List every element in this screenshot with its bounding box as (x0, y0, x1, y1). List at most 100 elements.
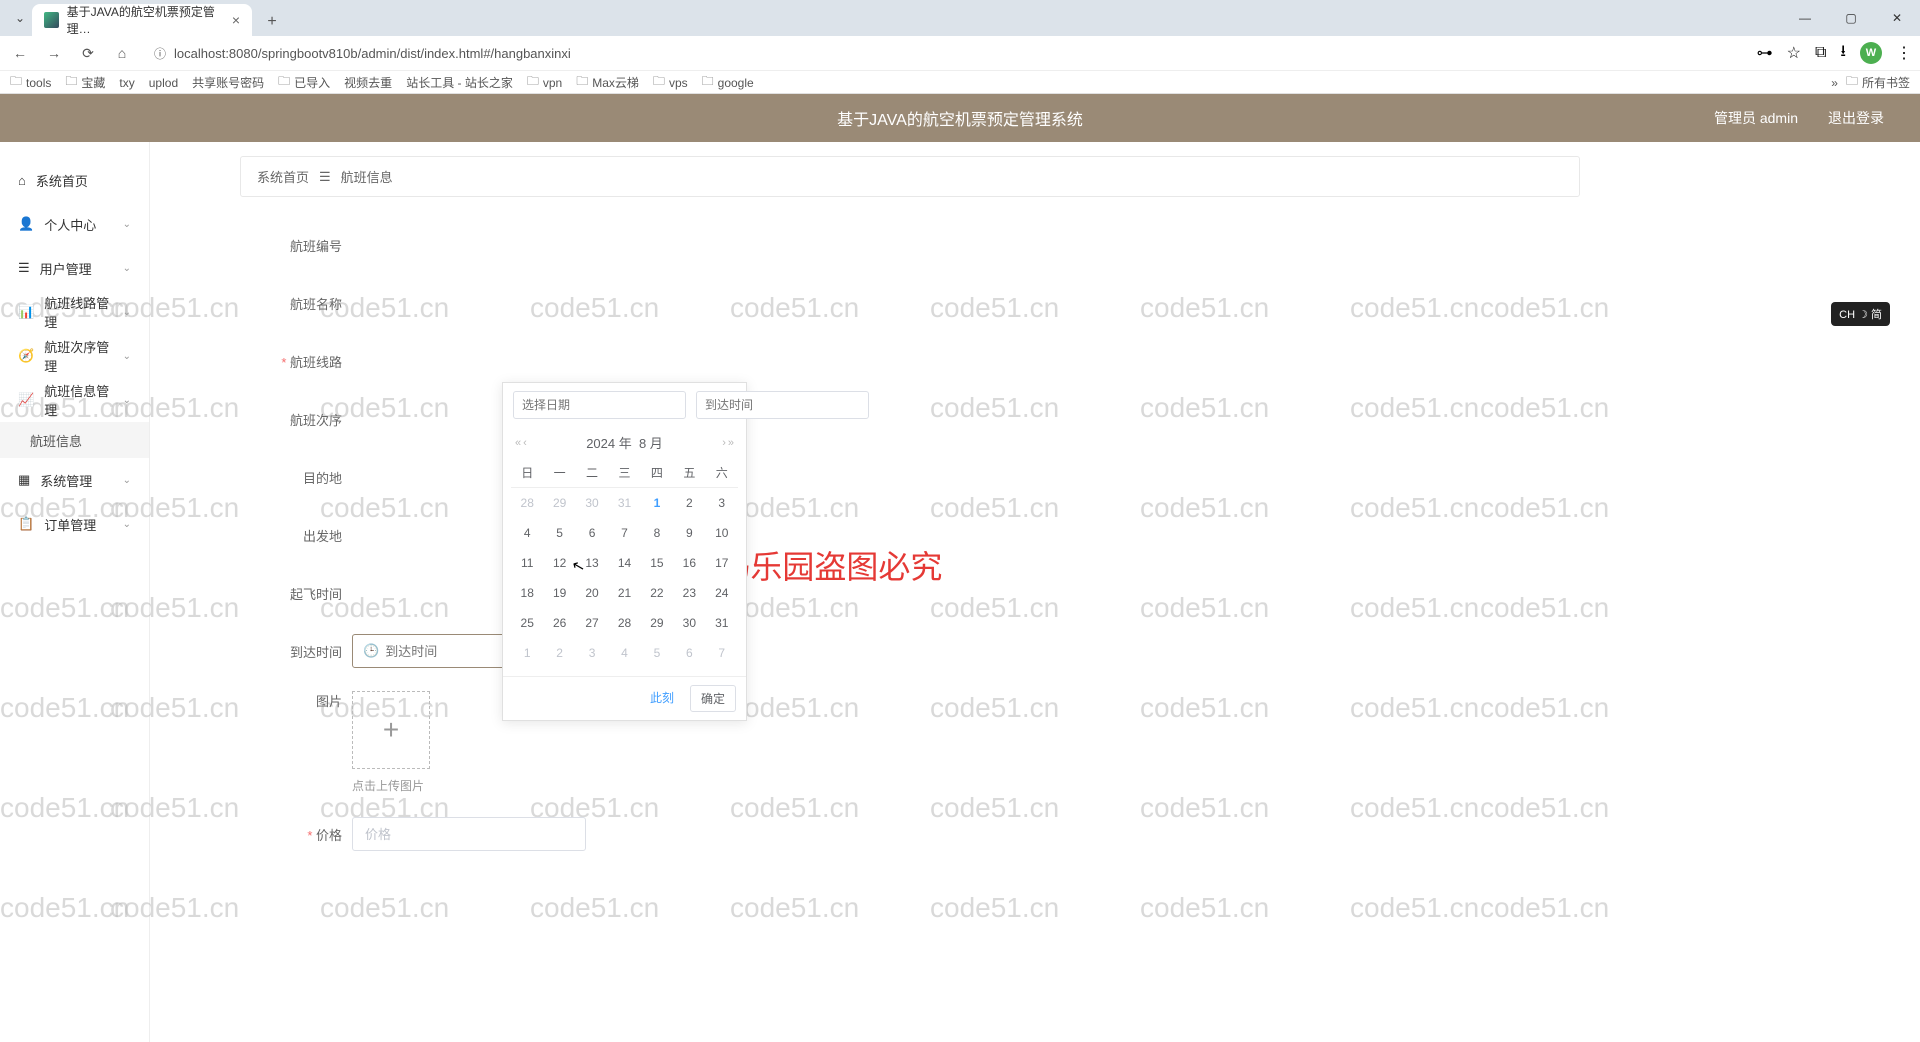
sidebar-item-orders[interactable]: 📋订单管理⌄ (0, 502, 149, 546)
admin-user-label[interactable]: 管理员 admin (1714, 108, 1798, 128)
dp-day-cell[interactable]: 19 (543, 578, 575, 608)
dp-day-cell[interactable]: 29 (543, 488, 575, 518)
dp-day-cell[interactable]: 8 (641, 518, 673, 548)
dp-next-month[interactable]: › (722, 437, 726, 449)
profile-avatar[interactable]: W (1860, 42, 1882, 64)
dp-day-cell[interactable]: 7 (706, 638, 738, 668)
dp-day-cell[interactable]: 30 (673, 608, 705, 638)
dp-day-cell[interactable]: 11 (511, 548, 543, 578)
dp-day-cell[interactable]: 28 (608, 608, 640, 638)
dp-day-cell[interactable]: 14 (608, 548, 640, 578)
arrive-field[interactable] (385, 644, 497, 659)
price-input[interactable] (352, 817, 586, 851)
dp-day-cell[interactable]: 1 (641, 488, 673, 518)
extensions-icon[interactable]: ⧉ (1815, 44, 1826, 62)
dp-day-cell[interactable]: 6 (576, 518, 608, 548)
dp-day-cell[interactable]: 7 (608, 518, 640, 548)
dp-day-cell[interactable]: 16 (673, 548, 705, 578)
dp-day-cell[interactable]: 17 (706, 548, 738, 578)
dp-day-cell[interactable]: 4 (608, 638, 640, 668)
bookmarks-overflow-icon[interactable]: » (1831, 76, 1838, 90)
bookmark-item[interactable]: txy (119, 76, 134, 90)
sidebar-item-home[interactable]: ⌂系统首页 (0, 158, 149, 202)
bookmark-folder[interactable]: 已导入 (278, 72, 330, 93)
dp-day-cell[interactable]: 2 (673, 488, 705, 518)
sidebar-subitem-flightinfo[interactable]: 航班信息 (0, 422, 149, 458)
back-button[interactable]: ← (8, 41, 32, 65)
bookmark-folder[interactable]: Max云梯 (576, 72, 639, 93)
arrive-time-input[interactable]: 🕒 (352, 634, 508, 668)
close-icon[interactable]: × (232, 12, 240, 28)
dp-day-cell[interactable]: 15 (641, 548, 673, 578)
dp-date-input[interactable] (513, 391, 686, 419)
dp-day-cell[interactable]: 24 (706, 578, 738, 608)
logout-link[interactable]: 退出登录 (1828, 108, 1884, 128)
sidebar-item-routes[interactable]: 📊航班线路管理⌄ (0, 290, 149, 334)
url-field[interactable]: ⓘ localhost:8080/springbootv810b/admin/d… (144, 45, 1747, 62)
bookmark-item[interactable]: uplod (149, 76, 178, 90)
home-button[interactable]: ⌂ (110, 41, 134, 65)
sidebar-item-sequence[interactable]: 🧭航班次序管理⌄ (0, 334, 149, 378)
dp-day-cell[interactable]: 6 (673, 638, 705, 668)
dp-day-cell[interactable]: 27 (576, 608, 608, 638)
new-tab-button[interactable]: + (258, 8, 286, 36)
dp-day-cell[interactable]: 22 (641, 578, 673, 608)
dp-day-cell[interactable]: 18 (511, 578, 543, 608)
breadcrumb-home[interactable]: 系统首页 (257, 167, 309, 186)
forward-button[interactable]: → (42, 41, 66, 65)
password-icon[interactable]: ⊶ (1757, 43, 1773, 63)
dp-day-cell[interactable]: 23 (673, 578, 705, 608)
dp-day-cell[interactable]: 12 (543, 548, 575, 578)
reload-button[interactable]: ⟳ (76, 41, 100, 65)
dp-prev-month[interactable]: ‹ (523, 437, 527, 449)
dp-day-cell[interactable]: 5 (543, 518, 575, 548)
dp-day-cell[interactable]: 10 (706, 518, 738, 548)
dp-day-cell[interactable]: 5 (641, 638, 673, 668)
dp-day-cell[interactable]: 28 (511, 488, 543, 518)
sidebar-item-personal[interactable]: 👤个人中心⌄ (0, 202, 149, 246)
dp-day-cell[interactable]: 2 (543, 638, 575, 668)
dp-day-cell[interactable]: 20 (576, 578, 608, 608)
tab-list-dropdown[interactable]: ⌄ (8, 0, 32, 36)
minimize-button[interactable]: — (1782, 0, 1828, 36)
bookmark-folder[interactable]: 宝藏 (65, 72, 105, 93)
bookmark-item[interactable]: 视频去重 (344, 74, 392, 91)
browser-menu-icon[interactable]: ⋮ (1896, 43, 1912, 63)
maximize-button[interactable]: ▢ (1828, 0, 1874, 36)
sidebar-item-flightinfo[interactable]: 📈航班信息管理⌄ (0, 378, 149, 422)
download-icon[interactable]: ⭳ (1840, 40, 1846, 67)
browser-tab[interactable]: 基于JAVA的航空机票预定管理… × (32, 4, 252, 36)
dp-time-input[interactable] (696, 391, 869, 419)
dp-now-button[interactable]: 此刻 (640, 685, 684, 712)
dp-prev-year[interactable]: « (515, 437, 521, 449)
dp-day-cell[interactable]: 4 (511, 518, 543, 548)
close-window-button[interactable]: ✕ (1874, 0, 1920, 36)
site-info-icon[interactable]: ⓘ (154, 45, 166, 62)
bookmark-item[interactable]: 共享账号密码 (192, 74, 264, 91)
bookmark-folder[interactable]: tools (10, 72, 51, 93)
dp-day-cell[interactable]: 1 (511, 638, 543, 668)
upload-button[interactable]: + (352, 691, 430, 769)
dp-day-cell[interactable]: 3 (576, 638, 608, 668)
dp-ok-button[interactable]: 确定 (690, 685, 736, 712)
bookmark-star-icon[interactable]: ☆ (1787, 43, 1801, 63)
dp-day-cell[interactable]: 13 (576, 548, 608, 578)
dp-day-cell[interactable]: 26 (543, 608, 575, 638)
dp-day-cell[interactable]: 31 (706, 608, 738, 638)
sidebar-item-users[interactable]: ☰用户管理⌄ (0, 246, 149, 290)
bookmark-folder[interactable]: vpn (527, 72, 562, 93)
sidebar-item-system[interactable]: ▦系统管理⌄ (0, 458, 149, 502)
bookmark-folder[interactable]: vps (653, 72, 688, 93)
bookmark-folder[interactable]: google (702, 72, 754, 93)
dp-day-cell[interactable]: 31 (608, 488, 640, 518)
dp-day-cell[interactable]: 30 (576, 488, 608, 518)
ime-badge[interactable]: CH ☽ 简 (1831, 302, 1890, 326)
dp-day-cell[interactable]: 9 (673, 518, 705, 548)
bookmark-item[interactable]: 站长工具 - 站长之家 (406, 74, 513, 91)
dp-day-cell[interactable]: 21 (608, 578, 640, 608)
dp-day-cell[interactable]: 29 (641, 608, 673, 638)
dp-day-cell[interactable]: 25 (511, 608, 543, 638)
all-bookmarks[interactable]: 所有书签 (1846, 72, 1910, 93)
dp-next-year[interactable]: » (728, 437, 734, 449)
dp-day-cell[interactable]: 3 (706, 488, 738, 518)
